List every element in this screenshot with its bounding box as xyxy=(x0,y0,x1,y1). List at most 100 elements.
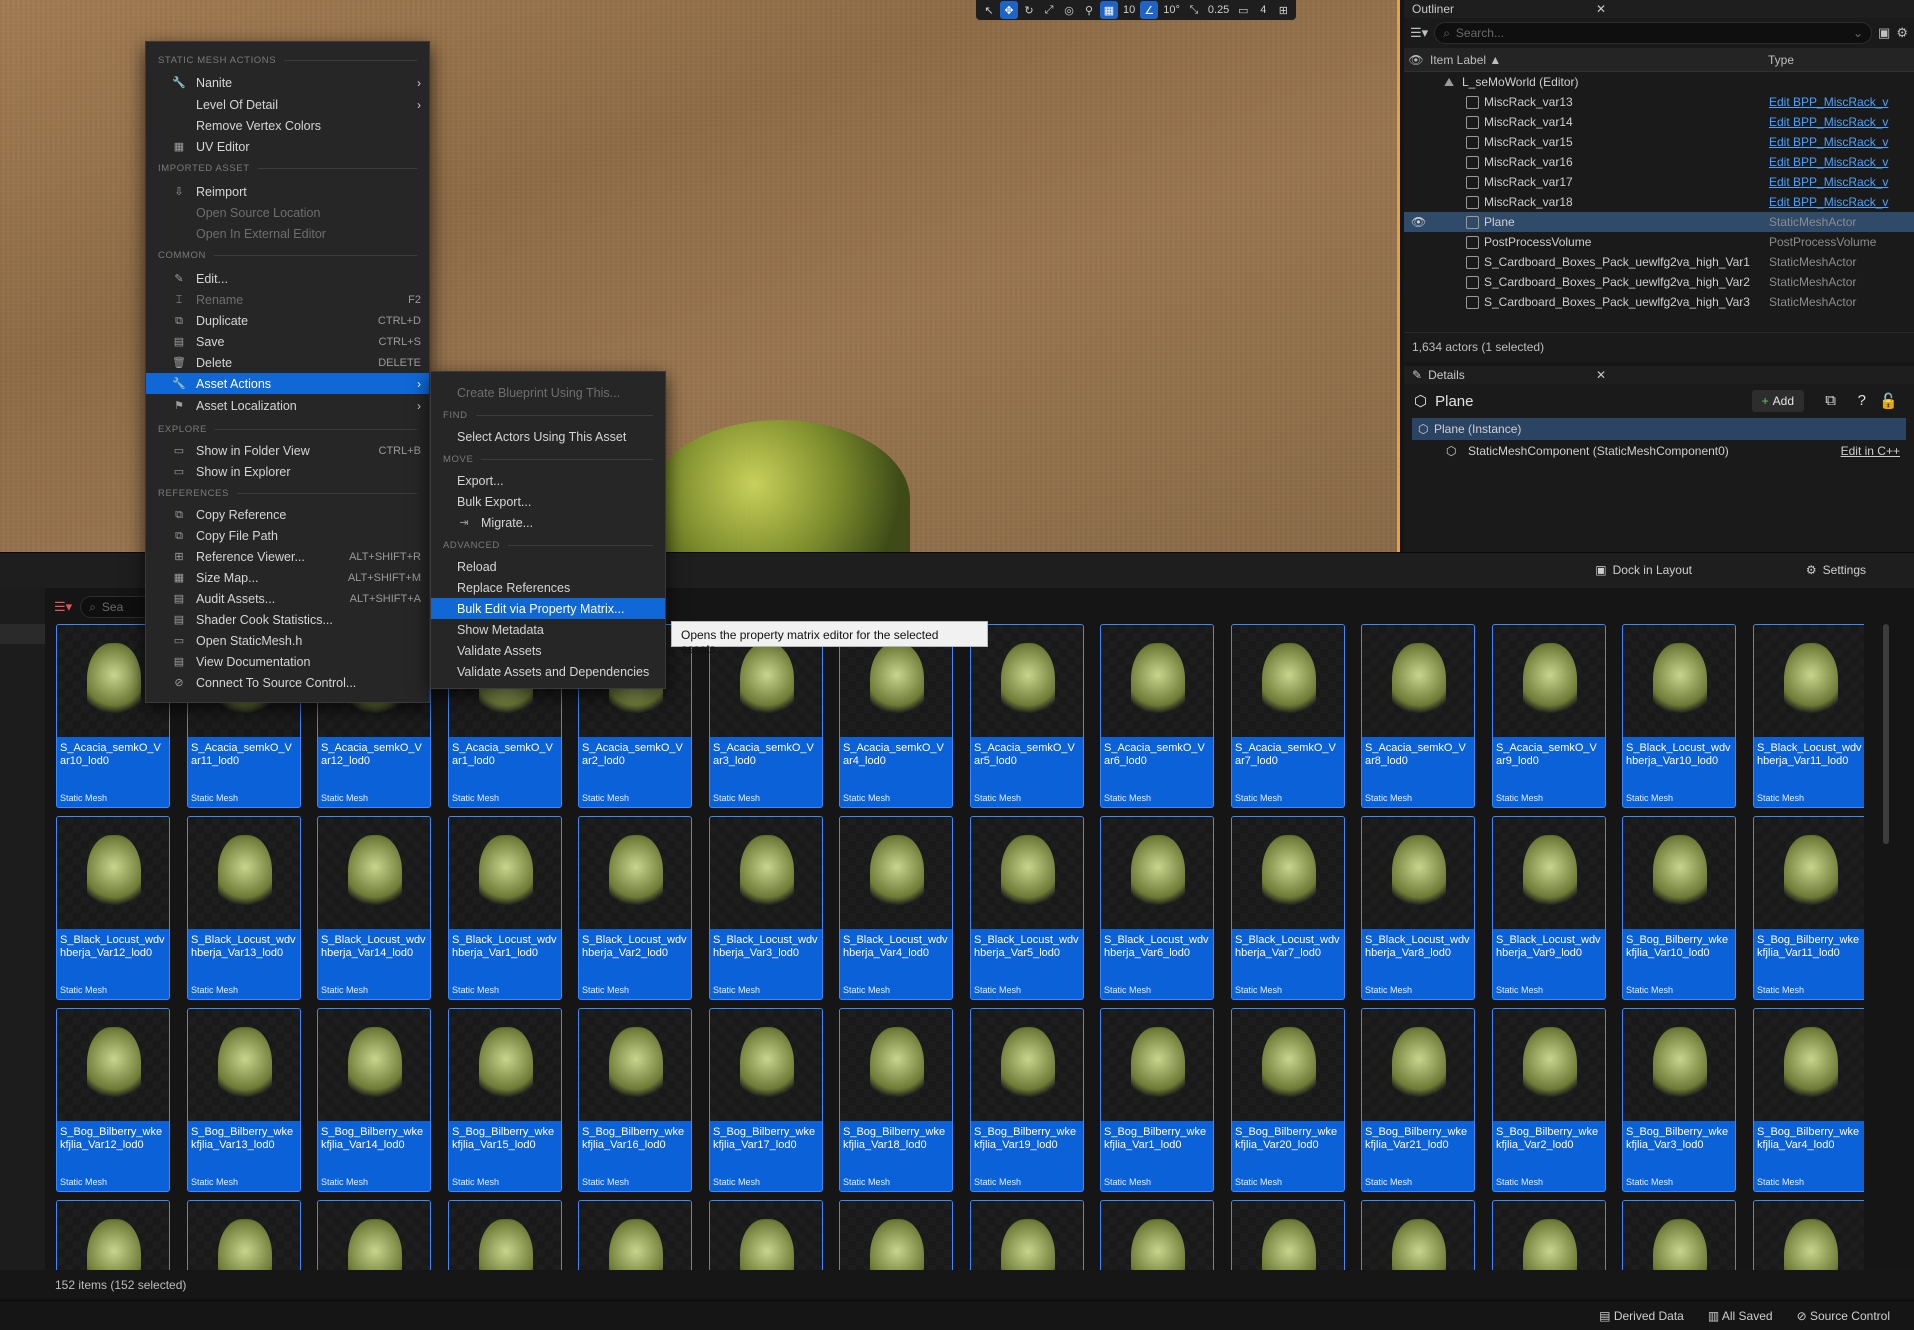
angle-snap-value[interactable]: 10° xyxy=(1160,1,1183,19)
asset-tile[interactable]: S_Bog_Bilberry_wkekfjlia_Var19_lod0 Stati… xyxy=(970,1008,1084,1192)
menu-reference-viewer[interactable]: ⊞ Reference Viewer... ALT+SHIFT+R xyxy=(146,546,429,567)
angle-snap-icon[interactable]: ∠ xyxy=(1140,1,1159,19)
asset-tile[interactable]: S_Acacia_semkO_Var6_lod0 Static Mesh xyxy=(1100,624,1214,808)
outliner-row[interactable]: MiscRack_var13 Edit BPP_MiscRack_v xyxy=(1404,92,1914,112)
asset-tile[interactable] xyxy=(1100,1200,1214,1270)
menu-copy-file-path[interactable]: ⧉ Copy File Path xyxy=(146,525,429,546)
asset-tile[interactable]: S_Black_Locust_wdvhberja_Var11_lod0 Stati… xyxy=(1753,624,1864,808)
asset-tile[interactable]: S_Bog_Bilberry_wkekfjlia_Var13_lod0 Stati… xyxy=(187,1008,301,1192)
asset-tile[interactable] xyxy=(56,1200,170,1270)
menu-open-staticmesh-h[interactable]: ▭ Open StaticMesh.h xyxy=(146,630,429,651)
asset-tile[interactable] xyxy=(1361,1200,1475,1270)
outliner-row-type[interactable]: Edit BPP_MiscRack_v xyxy=(1769,115,1888,129)
menu-level-of-detail[interactable]: Level Of Detail › xyxy=(146,94,429,115)
dock-in-layout-button[interactable]: ▣ Dock in Layout xyxy=(1595,563,1692,577)
asset-tile[interactable]: S_Acacia_semkO_Var8_lod0 Static Mesh xyxy=(1361,624,1475,808)
outliner-row[interactable]: MiscRack_var18 Edit BPP_MiscRack_v xyxy=(1404,192,1914,212)
menu-bulk-edit-property-matrix[interactable]: Bulk Edit via Property Matrix... xyxy=(431,598,665,619)
menu-uv-editor[interactable]: ▦ UV Editor xyxy=(146,136,429,157)
asset-tile[interactable]: S_Black_Locust_wdvhberja_Var2_lod0 Static… xyxy=(578,816,692,1000)
outliner-row-type[interactable]: Edit BPP_MiscRack_v xyxy=(1769,195,1888,209)
chevron-down-icon[interactable]: ⌄ xyxy=(1853,26,1863,40)
grid-snap-icon[interactable]: ▦ xyxy=(1100,1,1118,19)
close-icon[interactable]: ✕ xyxy=(1596,368,1606,382)
scale-snap-icon[interactable]: ⤡ xyxy=(1185,1,1203,19)
menu-migrate[interactable]: ⇥ Migrate... xyxy=(431,512,665,533)
menu-reload[interactable]: Reload xyxy=(431,556,665,577)
outliner-row-type[interactable]: Edit BPP_MiscRack_v xyxy=(1769,155,1888,169)
outliner-row[interactable]: MiscRack_var14 Edit BPP_MiscRack_v xyxy=(1404,112,1914,132)
asset-tile[interactable]: S_Bog_Bilberry_wkekfjlia_Var21_lod0 Stati… xyxy=(1361,1008,1475,1192)
outliner-row[interactable]: S_Cardboard_Boxes_Pack_uewlfg2va_high_Va… xyxy=(1404,252,1914,272)
asset-tile[interactable]: S_Bog_Bilberry_wkekfjlia_Var12_lod0 Stati… xyxy=(56,1008,170,1192)
outliner-tab[interactable]: Outliner ✕ xyxy=(1404,0,1914,18)
menu-connect-source-control[interactable]: ⊘ Connect To Source Control... xyxy=(146,672,429,693)
asset-tile[interactable]: S_Acacia_semkO_Var5_lod0 Static Mesh xyxy=(970,624,1084,808)
asset-tile[interactable]: S_Bog_Bilberry_wkekfjlia_Var4_lod0 Static… xyxy=(1753,1008,1864,1192)
outliner-row-type[interactable]: Edit BPP_MiscRack_v xyxy=(1769,135,1888,149)
asset-tile[interactable]: S_Black_Locust_wdvhberja_Var9_lod0 Static… xyxy=(1492,816,1606,1000)
close-icon[interactable]: ✕ xyxy=(1596,2,1606,16)
asset-tile[interactable]: S_Acacia_semkO_Var9_lod0 Static Mesh xyxy=(1492,624,1606,808)
asset-tile[interactable]: S_Black_Locust_wdvhberja_Var10_lod0 Stati… xyxy=(1622,624,1736,808)
col-item-label[interactable]: Item Label ▲ xyxy=(1428,53,1768,67)
menu-nanite[interactable]: 🔧 Nanite › xyxy=(146,72,429,93)
asset-tile[interactable]: S_Black_Locust_wdvhberja_Var3_lod0 Static… xyxy=(709,816,823,1000)
asset-tile[interactable] xyxy=(1231,1200,1345,1270)
scale-snap-value[interactable]: 0.25 xyxy=(1205,1,1232,19)
coordinate-space-icon[interactable]: ◎ xyxy=(1060,1,1078,19)
asset-tile[interactable]: S_Bog_Bilberry_wkekfjlia_Var2_lod0 Static… xyxy=(1492,1008,1606,1192)
asset-tile[interactable]: S_Bog_Bilberry_wkekfjlia_Var20_lod0 Stati… xyxy=(1231,1008,1345,1192)
outliner-row[interactable]: MiscRack_var15 Edit BPP_MiscRack_v xyxy=(1404,132,1914,152)
surface-snap-icon[interactable]: ⚲ xyxy=(1080,1,1098,19)
menu-asset-localization[interactable]: ⚑ Asset Localization › xyxy=(146,395,429,416)
add-folder-icon[interactable]: ▣ xyxy=(1878,25,1890,41)
menu-select-actors[interactable]: Select Actors Using This Asset xyxy=(431,426,665,447)
asset-tile[interactable] xyxy=(1492,1200,1606,1270)
select-mode-icon[interactable]: ↖ xyxy=(980,1,998,19)
visibility-icon[interactable]: 👁 xyxy=(1404,53,1428,67)
asset-tile[interactable]: S_Acacia_semkO_Var3_lod0 Static Mesh xyxy=(709,624,823,808)
col-type[interactable]: Type xyxy=(1768,53,1794,67)
asset-tile[interactable]: S_Bog_Bilberry_wkekfjlia_Var14_lod0 Stati… xyxy=(317,1008,431,1192)
menu-show-metadata[interactable]: Show Metadata xyxy=(431,619,665,640)
add-component-button[interactable]: + Add xyxy=(1751,390,1804,412)
edit-in-cpp-link[interactable]: Edit in C++ xyxy=(1841,444,1900,458)
all-saved-button[interactable]: ▥ All Saved xyxy=(1708,1309,1773,1323)
layout-icon[interactable]: ⊞ xyxy=(1274,1,1292,19)
filter-icon[interactable]: ☰▾ xyxy=(54,599,72,615)
asset-tile[interactable] xyxy=(1622,1200,1736,1270)
outliner-row[interactable]: MiscRack_var17 Edit BPP_MiscRack_v xyxy=(1404,172,1914,192)
asset-tile[interactable]: S_Black_Locust_wdvhberja_Var14_lod0 Stati… xyxy=(317,816,431,1000)
blueprint-icon[interactable]: ⧉ xyxy=(1825,392,1836,409)
menu-audit-assets[interactable]: ▤ Audit Assets... ALT+SHIFT+A xyxy=(146,588,429,609)
outliner-row[interactable]: 👁 Plane StaticMeshActor xyxy=(1404,212,1914,232)
menu-show-in-explorer[interactable]: ▭ Show in Explorer xyxy=(146,461,429,482)
asset-tile[interactable]: S_Bog_Bilberry_wkekfjlia_Var15_lod0 Stati… xyxy=(448,1008,562,1192)
menu-export[interactable]: Export... xyxy=(431,470,665,491)
asset-tile[interactable]: S_Black_Locust_wdvhberja_Var6_lod0 Static… xyxy=(1100,816,1214,1000)
lock-icon[interactable]: 🔓 xyxy=(1879,392,1898,410)
asset-tile[interactable]: S_Black_Locust_wdvhberja_Var12_lod0 Stati… xyxy=(56,816,170,1000)
camera-speed-icon[interactable]: ▭ xyxy=(1234,1,1252,19)
asset-tile[interactable]: S_Bog_Bilberry_wkekfjlia_Var11_lod0 Stati… xyxy=(1753,816,1864,1000)
outliner-row[interactable]: MiscRack_var16 Edit BPP_MiscRack_v xyxy=(1404,152,1914,172)
asset-tile[interactable]: S_Acacia_semkO_Var7_lod0 Static Mesh xyxy=(1231,624,1345,808)
menu-size-map[interactable]: ▦ Size Map... ALT+SHIFT+M xyxy=(146,567,429,588)
details-tab[interactable]: ✎ Details ✕ xyxy=(1404,366,1914,384)
menu-copy-reference[interactable]: ⧉ Copy Reference xyxy=(146,504,429,525)
menu-remove-vertex-colors[interactable]: Remove Vertex Colors xyxy=(146,115,429,136)
asset-tile[interactable]: S_Bog_Bilberry_wkekfjlia_Var16_lod0 Stati… xyxy=(578,1008,692,1192)
asset-tile[interactable]: S_Black_Locust_wdvhberja_Var1_lod0 Static… xyxy=(448,816,562,1000)
visibility-icon[interactable]: 👁 xyxy=(1411,215,1426,229)
source-control-button[interactable]: ⊘ Source Control xyxy=(1797,1309,1890,1323)
menu-validate-assets[interactable]: Validate Assets xyxy=(431,640,665,661)
menu-view-documentation[interactable]: ▤ View Documentation xyxy=(146,651,429,672)
menu-reimport[interactable]: ⇩ Reimport xyxy=(146,181,429,202)
instance-row[interactable]: ⬡ Plane (Instance) xyxy=(1412,418,1906,440)
menu-validate-dependencies[interactable]: Validate Assets and Dependencies xyxy=(431,661,665,682)
outliner-row-type[interactable]: Edit BPP_MiscRack_v xyxy=(1769,95,1888,109)
scale-icon[interactable]: ⤢ xyxy=(1040,1,1058,19)
menu-asset-actions[interactable]: 🔧 Asset Actions › xyxy=(146,373,429,394)
asset-tile[interactable] xyxy=(839,1200,953,1270)
